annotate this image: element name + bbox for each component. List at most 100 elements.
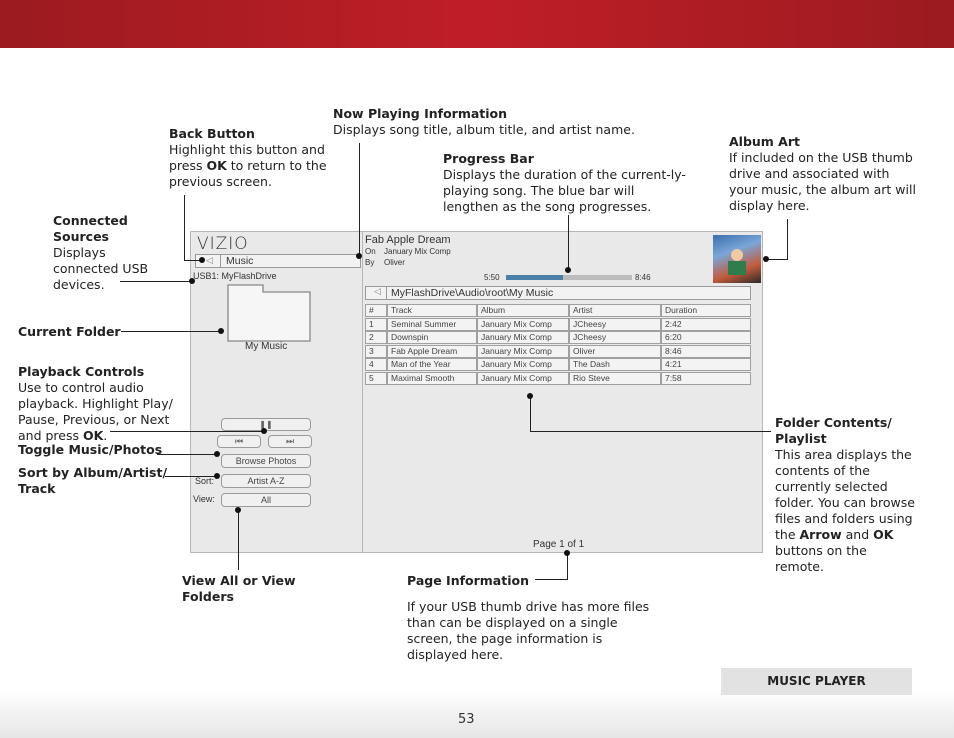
- leader-line: [568, 215, 569, 270]
- table-row[interactable]: 3 Fab Apple Dream January Mix Comp Oliver 8:…: [365, 344, 751, 359]
- usb-source[interactable]: USB1: MyFlashDrive: [193, 271, 277, 281]
- view-label: View:: [193, 494, 215, 504]
- table-row[interactable]: 1 Seminal Summer January Mix Comp JCheesy 2:…: [365, 317, 751, 332]
- album-art-annotation: Album Art If included on the USB thumb d…: [729, 134, 919, 214]
- table-cell: Downspin: [387, 331, 477, 344]
- table-cell: Seminal Summer: [387, 317, 477, 331]
- browse-photos-button[interactable]: Browse Photos: [221, 454, 311, 468]
- leader-dot: [565, 267, 571, 273]
- table-cell: JCheesy: [569, 331, 661, 344]
- leader-line: [120, 281, 192, 282]
- leader-dot: [235, 507, 241, 513]
- header-bar: [0, 0, 954, 48]
- annotation-title: Page Information: [407, 573, 529, 588]
- view-select[interactable]: All: [221, 493, 311, 507]
- annotation-title: Connected Sources: [53, 213, 128, 244]
- annotation-body: .: [103, 428, 108, 443]
- left-panel: VIZIO ◁ Music USB1: MyFlashDrive My Musi…: [191, 232, 363, 552]
- table-cell: Fab Apple Dream: [387, 344, 477, 358]
- leader-line: [121, 331, 221, 332]
- page-number: 53: [458, 712, 475, 727]
- table-header-cell: Artist: [569, 304, 661, 317]
- vizio-logo: VIZIO: [197, 234, 249, 254]
- table-cell: 3: [365, 344, 387, 358]
- table-row[interactable]: 2 Downspin January Mix Comp JCheesy 6:20: [365, 331, 751, 345]
- annotation-title: Sort by Album/Artist/ Track: [18, 465, 168, 496]
- table-cell: 7:58: [661, 371, 751, 385]
- annotation-title: Album Art: [729, 134, 800, 149]
- leader-dot: [564, 550, 570, 556]
- back-icon[interactable]: ◁: [206, 256, 213, 266]
- leader-dot: [527, 393, 533, 399]
- table-cell: January Mix Comp: [477, 358, 569, 371]
- annotation-title: Playback Controls: [18, 364, 145, 379]
- leader-line: [530, 431, 771, 432]
- leader-dot: [199, 257, 205, 263]
- table-cell: 4: [365, 358, 387, 371]
- view-all-annotation: View All or View Folders: [182, 573, 312, 605]
- folder-contents-annotation: Folder Contents/ Playlist This area disp…: [775, 415, 915, 575]
- leader-dot: [356, 253, 362, 259]
- leader-dot: [763, 256, 769, 262]
- on-label: On: [365, 247, 376, 256]
- elapsed-time: 5:50: [484, 273, 500, 282]
- section-badge: MUSIC PLAYER: [721, 668, 912, 695]
- current-folder-annotation: Current Folder: [18, 324, 138, 340]
- leader-line: [535, 579, 568, 580]
- table-header-row: # Track Album Artist Duration: [365, 304, 751, 318]
- leader-line: [530, 397, 531, 431]
- track-table: # Track Album Artist Duration 1 Seminal Summer…: [365, 304, 751, 388]
- sort-annotation: Sort by Album/Artist/ Track: [18, 465, 168, 497]
- leader-line: [184, 195, 185, 261]
- leader-line: [567, 553, 568, 579]
- leader-dot: [214, 473, 220, 479]
- album-art-figure: [728, 261, 746, 275]
- back-icon[interactable]: ◁: [374, 287, 381, 297]
- table-cell: January Mix Comp: [477, 317, 569, 331]
- album-art-figure: [731, 249, 743, 261]
- leader-line: [157, 454, 217, 455]
- right-panel: Fab Apple Dream On January Mix Comp By O…: [364, 233, 762, 553]
- table-header-cell: #: [365, 304, 387, 317]
- leader-line: [238, 510, 239, 570]
- table-cell: The Dash: [569, 358, 661, 371]
- table-cell: 4:21: [661, 358, 751, 371]
- divider: [386, 287, 387, 299]
- table-cell: January Mix Comp: [477, 344, 569, 358]
- next-button[interactable]: ⏭: [268, 435, 312, 448]
- annotation-title: Progress Bar: [443, 151, 534, 166]
- table-row[interactable]: 5 Maximal Smooth January Mix Comp Rio Steve…: [365, 371, 751, 386]
- table-row[interactable]: 4 Man of the Year January Mix Comp The Dash…: [365, 358, 751, 372]
- now-playing-artist: Oliver: [384, 258, 405, 267]
- progress-fill: [506, 275, 563, 280]
- total-time: 8:46: [635, 273, 651, 282]
- table-header-cell: Album: [477, 304, 569, 317]
- now-playing-title: Fab Apple Dream: [365, 234, 451, 246]
- sort-select[interactable]: Artist A-Z: [221, 474, 311, 488]
- table-cell: 5: [365, 371, 387, 385]
- table-header-cell: Duration: [661, 304, 751, 317]
- leader-line: [359, 143, 360, 256]
- folder-icon[interactable]: [227, 284, 311, 342]
- table-cell: January Mix Comp: [477, 371, 569, 385]
- tab-label: Music: [226, 255, 254, 267]
- table-cell: Oliver: [569, 344, 661, 358]
- playback-controls-annotation: Playback Controls Use to control audio p…: [18, 364, 186, 444]
- annotation-title: View All or View Folders: [182, 573, 296, 604]
- music-tab[interactable]: ◁ Music: [195, 254, 361, 268]
- annotation-title: Current Folder: [18, 324, 121, 339]
- progress-bar: [506, 275, 632, 280]
- folder-path-bar[interactable]: ◁ MyFlashDrive\Audio\root\My Music: [365, 286, 751, 300]
- table-cell: Maximal Smooth: [387, 371, 477, 385]
- annotation-title: Toggle Music/Photos: [18, 442, 163, 457]
- previous-icon: ⏮: [234, 436, 244, 446]
- table-cell: Rio Steve: [569, 371, 661, 385]
- annotation-body: Displays song title, album title, and ar…: [333, 122, 635, 137]
- page-info-annotation-body: If your USB thumb drive has more files t…: [407, 599, 652, 663]
- annotation-key: OK: [82, 428, 104, 443]
- now-playing-album: January Mix Comp: [384, 247, 451, 256]
- annotation-body: If your USB thumb drive has more files t…: [407, 599, 650, 662]
- leader-dot: [261, 428, 267, 434]
- by-label: By: [365, 258, 375, 267]
- previous-button[interactable]: ⏮: [217, 435, 261, 448]
